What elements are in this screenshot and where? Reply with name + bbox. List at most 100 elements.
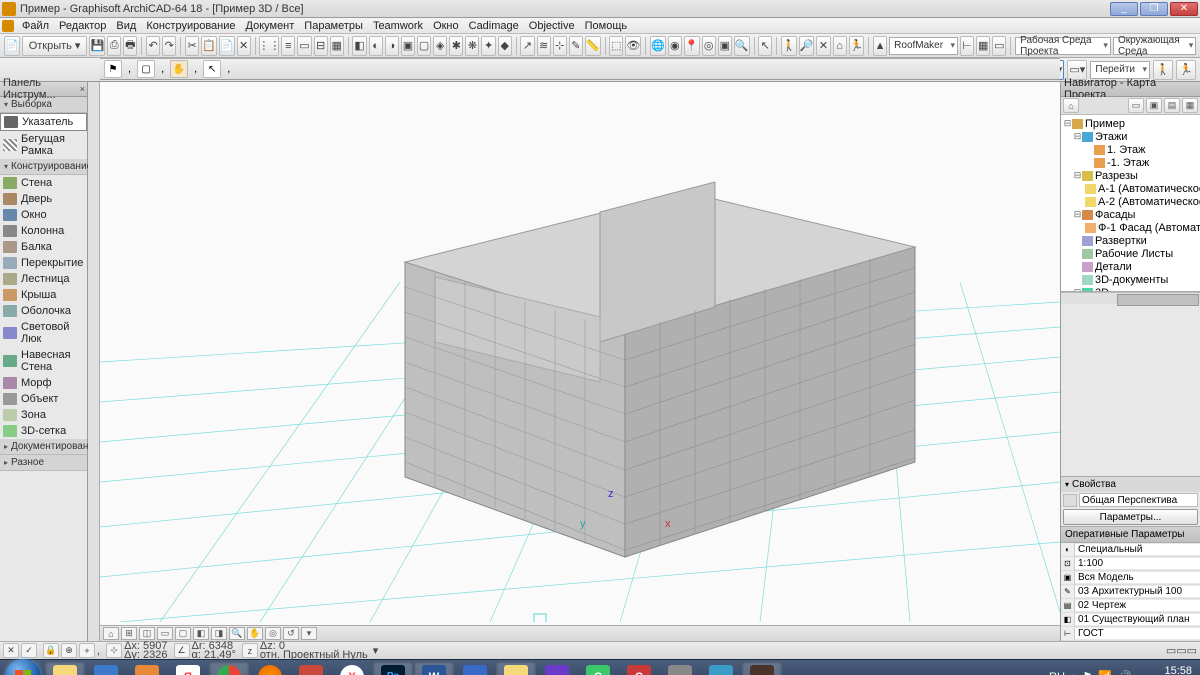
group-design[interactable]: Конструирование bbox=[0, 159, 87, 175]
tb-ruler-button[interactable]: 📏 bbox=[585, 36, 601, 56]
tree-3ddocs[interactable]: 3D-документы bbox=[1061, 273, 1200, 286]
tb-box-icon[interactable]: ▣ bbox=[718, 36, 732, 56]
quick-options-header[interactable]: Оперативные Параметры bbox=[1061, 526, 1200, 543]
group-document[interactable]: Документирование bbox=[0, 439, 87, 455]
tb-roof-icon[interactable]: ▲ bbox=[873, 36, 887, 56]
vtab-5[interactable]: ▢ bbox=[175, 627, 191, 640]
delete-button[interactable]: ✕ bbox=[237, 36, 251, 56]
tb-icon-6[interactable]: ◈ bbox=[433, 36, 447, 56]
tool-morph[interactable]: Морф bbox=[0, 375, 87, 391]
menu-design[interactable]: Конструирование bbox=[141, 19, 240, 33]
param-scale[interactable]: ⊡1:100 bbox=[1061, 557, 1200, 571]
tool-mesh[interactable]: 3D-сетка bbox=[0, 423, 87, 439]
copy-button[interactable]: 📋 bbox=[201, 36, 217, 56]
tray-clock[interactable]: 15:58 10.11.2020 bbox=[1138, 666, 1192, 675]
new-button[interactable]: 📄 bbox=[4, 36, 20, 56]
nav-mode-view[interactable]: ▭ bbox=[1128, 98, 1144, 113]
tree-stories[interactable]: ⊟Этажи bbox=[1061, 130, 1200, 143]
task-player[interactable] bbox=[127, 662, 167, 675]
tree-ie[interactable]: Развертки bbox=[1061, 234, 1200, 247]
vertical-splitter[interactable] bbox=[88, 82, 100, 641]
nav-mode-publish[interactable]: ▤ bbox=[1164, 98, 1180, 113]
nav-mode-set[interactable]: ▦ bbox=[1182, 98, 1198, 113]
distribute-button[interactable]: ⋮⋮ bbox=[259, 36, 279, 56]
sb-z-icon[interactable]: z bbox=[242, 643, 258, 658]
tree-story-1[interactable]: 1. Этаж bbox=[1061, 143, 1200, 156]
menu-options[interactable]: Параметры bbox=[299, 19, 368, 33]
nav-mode-project[interactable]: ⌂ bbox=[1063, 98, 1079, 113]
tray-flag-icon[interactable]: ⚑ bbox=[1082, 670, 1092, 675]
menu-edit[interactable]: Редактор bbox=[54, 19, 111, 33]
task-media[interactable] bbox=[86, 662, 126, 675]
param-reno[interactable]: ◧01 Существующий план bbox=[1061, 613, 1200, 627]
tb-icon-2[interactable]: ◐ bbox=[369, 36, 383, 56]
param-penset[interactable]: ✎03 Архитектурный 100 bbox=[1061, 585, 1200, 599]
param-dim[interactable]: ⊢ГОСТ bbox=[1061, 627, 1200, 641]
vtab-6[interactable]: ◧ bbox=[193, 627, 209, 640]
menu-document[interactable]: Документ bbox=[241, 19, 300, 33]
goto-combo[interactable]: Перейти bbox=[1090, 61, 1150, 79]
tool-column[interactable]: Колонна bbox=[0, 223, 87, 239]
tb-icon-1[interactable]: ◧ bbox=[352, 36, 366, 56]
tb-levels-button[interactable]: ≋ bbox=[537, 36, 551, 56]
tool-roof[interactable]: Крыша bbox=[0, 287, 87, 303]
tool-window[interactable]: Окно bbox=[0, 207, 87, 223]
vtab-11[interactable]: ↺ bbox=[283, 627, 299, 640]
menu-help[interactable]: Помощь bbox=[580, 19, 633, 33]
start-button[interactable] bbox=[5, 659, 41, 675]
tray-volume-icon[interactable]: 🔊 bbox=[1118, 670, 1132, 675]
align-button[interactable]: ≡ bbox=[281, 36, 295, 56]
task-app6[interactable] bbox=[701, 662, 741, 675]
task-app5[interactable] bbox=[660, 662, 700, 675]
tb-icon-8[interactable]: ❋ bbox=[465, 36, 479, 56]
menu-file[interactable]: Файл bbox=[17, 19, 54, 33]
maximize-button[interactable]: ❐ bbox=[1140, 2, 1168, 16]
3d-viewport[interactable]: y x z ⌂ ⊞ ◫ ▭ ▢ ◧ ◨ 🔍 ✋ ◎ ↺ ▾ bbox=[100, 82, 1060, 641]
task-app2[interactable] bbox=[455, 662, 495, 675]
environment-combo[interactable]: Окружающая Среда bbox=[1113, 37, 1196, 55]
properties-header[interactable]: Свойства bbox=[1061, 477, 1200, 492]
sb-snap-icon[interactable]: + bbox=[79, 643, 95, 658]
minimize-button[interactable]: _ bbox=[1110, 2, 1138, 16]
tb-marker-icon[interactable]: 📍 bbox=[684, 36, 700, 56]
suspend-button[interactable]: ⊟ bbox=[314, 36, 328, 56]
tree-story-n1[interactable]: -1. Этаж bbox=[1061, 156, 1200, 169]
tb-pick-button[interactable]: ✎ bbox=[569, 36, 583, 56]
tree-elev[interactable]: ⊟Фасады bbox=[1061, 208, 1200, 221]
tree-sec-a1[interactable]: А-1 (Автоматическое обно bbox=[1061, 182, 1200, 195]
tray-lang[interactable]: RU bbox=[1049, 671, 1065, 675]
task-folder[interactable] bbox=[496, 662, 536, 675]
task-ccleaner[interactable]: C bbox=[619, 662, 659, 675]
task-yandex[interactable]: Я bbox=[168, 662, 208, 675]
tb-run-icon[interactable]: 🏃 bbox=[849, 36, 865, 56]
plot-button[interactable]: ⎙ bbox=[107, 36, 121, 56]
task-word[interactable]: W bbox=[414, 662, 454, 675]
paste-button[interactable]: 📄 bbox=[219, 36, 235, 56]
task-ybrowser[interactable]: Y bbox=[332, 662, 372, 675]
project-tree[interactable]: ⊟Пример ⊟Этажи 1. Этаж -1. Этаж ⊟Разрезы… bbox=[1061, 115, 1200, 292]
vtab-10[interactable]: ◎ bbox=[265, 627, 281, 640]
tree-sec-a2[interactable]: А-2 (Автоматическое обно bbox=[1061, 195, 1200, 208]
tb-icon-9[interactable]: ✦ bbox=[481, 36, 495, 56]
tb-sheet-icon[interactable]: ▭ bbox=[992, 36, 1006, 56]
tb-globe-icon[interactable]: 🌐 bbox=[650, 36, 666, 56]
tool-zone[interactable]: Зона bbox=[0, 407, 87, 423]
print-button[interactable]: 🖶 bbox=[123, 36, 137, 56]
vtab-4[interactable]: ▭ bbox=[157, 627, 173, 640]
cut-button[interactable]: ✂ bbox=[185, 36, 199, 56]
tb-view-button[interactable]: 👁 bbox=[625, 36, 641, 56]
tb-dim2-icon[interactable]: ⊢ bbox=[960, 36, 974, 56]
task-app4[interactable]: C bbox=[578, 662, 618, 675]
sb-xy-icon[interactable]: ⊹ bbox=[106, 643, 122, 658]
system-tray[interactable]: RU ▴ ⚑ 📶 🔊 15:58 10.11.2020 bbox=[1049, 666, 1198, 675]
tb-ring-icon[interactable]: ◎ bbox=[702, 36, 716, 56]
tb-grid-icon[interactable]: ▦ bbox=[976, 36, 990, 56]
task-app1[interactable] bbox=[291, 662, 331, 675]
tree-scrollbar-h[interactable] bbox=[1061, 292, 1200, 304]
menu-view[interactable]: Вид bbox=[111, 19, 141, 33]
undo-button[interactable]: ↶ bbox=[146, 36, 160, 56]
vtab-3[interactable]: ◫ bbox=[139, 627, 155, 640]
vtab-7[interactable]: ◨ bbox=[211, 627, 227, 640]
menu-objective[interactable]: Objective bbox=[524, 19, 580, 33]
tb-arrow2-icon[interactable]: ↖ bbox=[758, 36, 772, 56]
